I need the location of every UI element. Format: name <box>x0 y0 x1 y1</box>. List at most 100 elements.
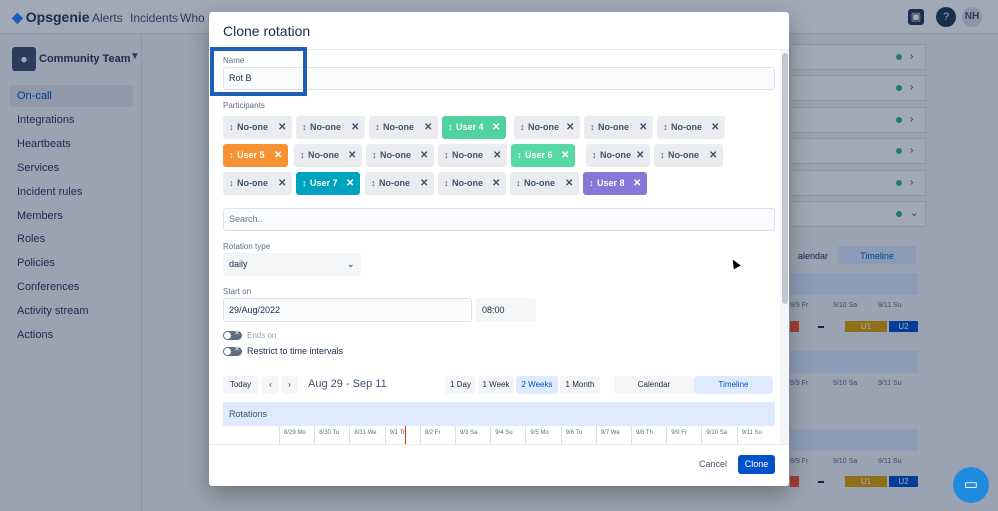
participant-chip[interactable]: ↕ No-one ✕ <box>584 116 653 139</box>
restrict-toggle[interactable]: ✕ <box>223 346 242 356</box>
close-icon: ✕ <box>234 346 240 353</box>
range-2-weeks-button[interactable]: 2 Weeks <box>516 376 558 394</box>
remove-participant-icon[interactable]: ✕ <box>636 144 644 167</box>
view-calendar-button[interactable]: Calendar <box>614 376 694 394</box>
drag-handle-icon[interactable]: ↕ <box>229 144 234 167</box>
remove-participant-icon[interactable]: ✕ <box>711 116 719 139</box>
participant-chip[interactable]: ↕ No-one ✕ <box>296 116 365 139</box>
drag-handle-icon[interactable]: ↕ <box>592 144 597 167</box>
chat-support-button[interactable]: ▭ <box>953 467 989 503</box>
participant-chip[interactable]: ↕ No-one ✕ <box>365 172 434 195</box>
current-time-marker <box>405 426 406 444</box>
start-date-input[interactable]: 29/Aug/2022 <box>223 298 472 322</box>
clone-button[interactable]: Clone <box>738 455 775 474</box>
prev-range-button[interactable]: ‹ <box>262 376 279 394</box>
participant-chip[interactable]: ↕ User 5 ✕ <box>223 144 288 167</box>
remove-participant-icon[interactable]: ✕ <box>492 172 500 195</box>
participant-name: User 4 <box>456 122 484 132</box>
ends-on-label: Ends on <box>247 331 277 340</box>
participant-chip[interactable]: ↕ User 7 ✕ <box>296 172 360 195</box>
range-1-week-button[interactable]: 1 Week <box>478 376 514 394</box>
participant-name: No-one <box>237 122 268 132</box>
scrollbar-thumb[interactable] <box>782 53 788 304</box>
remove-participant-icon[interactable]: ✕ <box>278 172 286 195</box>
participant-chip[interactable]: ↕ No-one ✕ <box>510 172 579 195</box>
remove-participant-icon[interactable]: ✕ <box>346 172 354 195</box>
drag-handle-icon[interactable]: ↕ <box>371 172 376 195</box>
participant-chip[interactable]: ↕ No-one ✕ <box>654 144 723 167</box>
ends-on-toggle[interactable]: ✕ <box>223 330 242 340</box>
participant-chip[interactable]: ↕ No-one ✕ <box>586 144 650 167</box>
rotations-header: Rotations <box>223 402 775 426</box>
drag-handle-icon[interactable]: ↕ <box>302 116 307 139</box>
participant-chip[interactable]: ↕ No-one ✕ <box>369 116 438 139</box>
participant-chip[interactable]: ↕ No-one ✕ <box>514 116 580 139</box>
start-time-input[interactable]: 08:00 <box>476 298 536 322</box>
remove-participant-icon[interactable]: ✕ <box>278 116 286 139</box>
participant-search-input[interactable]: Search.. <box>223 208 775 231</box>
participant-name: No-one <box>600 150 631 160</box>
participant-chip[interactable]: ↕ No-one ✕ <box>657 116 725 139</box>
remove-participant-icon[interactable]: ✕ <box>633 172 641 195</box>
drag-handle-icon[interactable]: ↕ <box>448 116 453 139</box>
drag-handle-icon[interactable]: ↕ <box>229 116 234 139</box>
participant-chip[interactable]: ↕ No-one ✕ <box>438 172 506 195</box>
participant-name: No-one <box>668 150 699 160</box>
participant-name: No-one <box>379 178 410 188</box>
remove-participant-icon[interactable]: ✕ <box>424 116 432 139</box>
next-range-button[interactable]: › <box>281 376 298 394</box>
participant-name: No-one <box>308 150 339 160</box>
participant-name: No-one <box>452 150 483 160</box>
remove-participant-icon[interactable]: ✕ <box>709 144 717 167</box>
participant-chip[interactable]: ↕ User 8 ✕ <box>583 172 647 195</box>
range-1-day-button[interactable]: 1 Day <box>445 376 476 394</box>
remove-participant-icon[interactable]: ✕ <box>565 172 573 195</box>
drag-handle-icon[interactable]: ↕ <box>372 144 377 167</box>
participant-name: No-one <box>310 122 341 132</box>
timeline-day-label: 9/10 Sa <box>701 426 736 444</box>
drag-handle-icon[interactable]: ↕ <box>660 144 665 167</box>
participant-chip[interactable]: ↕ User 4 ✕ <box>442 116 506 139</box>
drag-handle-icon[interactable]: ↕ <box>517 144 522 167</box>
drag-handle-icon[interactable]: ↕ <box>663 116 668 139</box>
today-button[interactable]: Today <box>223 376 258 394</box>
range-1-month-button[interactable]: 1 Month <box>560 376 600 394</box>
remove-participant-icon[interactable]: ✕ <box>274 144 282 167</box>
drag-handle-icon[interactable]: ↕ <box>444 144 449 167</box>
cancel-button[interactable]: Cancel <box>694 455 732 474</box>
remove-participant-icon[interactable]: ✕ <box>566 116 574 139</box>
participant-chip[interactable]: ↕ No-one ✕ <box>223 172 292 195</box>
drag-handle-icon[interactable]: ↕ <box>444 172 449 195</box>
remove-participant-icon[interactable]: ✕ <box>561 144 569 167</box>
remove-participant-icon[interactable]: ✕ <box>348 144 356 167</box>
drag-handle-icon[interactable]: ↕ <box>590 116 595 139</box>
view-timeline-button[interactable]: Timeline <box>694 376 773 394</box>
participant-name: No-one <box>383 122 414 132</box>
timeline-day-label: 9/11 Su <box>736 426 772 444</box>
drag-handle-icon[interactable]: ↕ <box>520 116 525 139</box>
drag-handle-icon[interactable]: ↕ <box>300 144 305 167</box>
participant-name: No-one <box>598 122 629 132</box>
participant-name: No-one <box>452 178 483 188</box>
chat-icon: ▭ <box>963 476 979 493</box>
remove-participant-icon[interactable]: ✕ <box>493 144 501 167</box>
drag-handle-icon[interactable]: ↕ <box>589 172 594 195</box>
remove-participant-icon[interactable]: ✕ <box>639 116 647 139</box>
remove-participant-icon[interactable]: ✕ <box>420 172 428 195</box>
participant-name: User 5 <box>237 150 265 160</box>
remove-participant-icon[interactable]: ✕ <box>351 116 359 139</box>
participant-name: No-one <box>671 122 702 132</box>
participant-name: No-one <box>528 122 559 132</box>
drag-handle-icon[interactable]: ↕ <box>229 172 234 195</box>
participant-chip[interactable]: ↕ No-one ✕ <box>366 144 434 167</box>
participant-chip[interactable]: ↕ No-one ✕ <box>223 116 292 139</box>
rotation-type-select[interactable]: daily ⌄ <box>223 253 361 276</box>
drag-handle-icon[interactable]: ↕ <box>516 172 521 195</box>
participant-chip[interactable]: ↕ No-one ✕ <box>294 144 362 167</box>
participant-chip[interactable]: ↕ No-one ✕ <box>438 144 507 167</box>
remove-participant-icon[interactable]: ✕ <box>492 116 500 139</box>
remove-participant-icon[interactable]: ✕ <box>420 144 428 167</box>
drag-handle-icon[interactable]: ↕ <box>302 172 307 195</box>
drag-handle-icon[interactable]: ↕ <box>375 116 380 139</box>
participant-chip[interactable]: ↕ User 6 ✕ <box>511 144 575 167</box>
